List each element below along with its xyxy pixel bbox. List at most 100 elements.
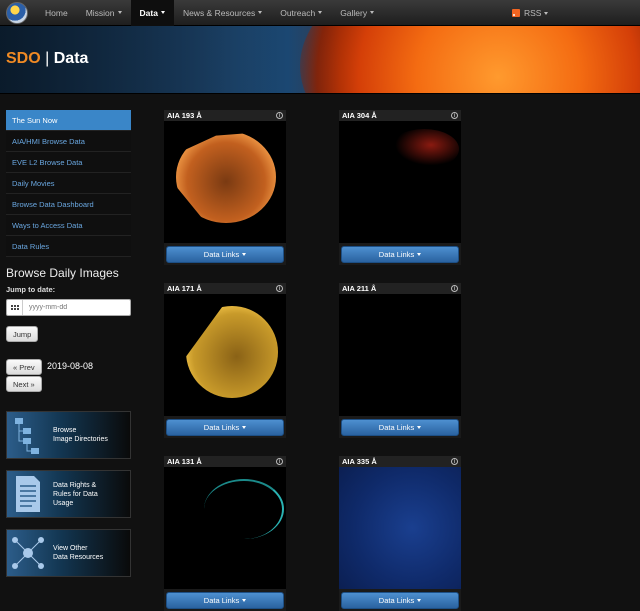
nav-home-label: Home <box>45 7 68 18</box>
nav-mission[interactable]: Mission <box>77 0 131 26</box>
nav-outreach[interactable]: Outreach <box>271 0 331 26</box>
info-icon[interactable]: i <box>451 112 458 119</box>
data-links-label: Data Links <box>203 595 240 605</box>
sidebar-item-daily-movies[interactable]: Daily Movies <box>6 173 131 194</box>
data-links-label: Data Links <box>378 422 415 432</box>
sdo-logo[interactable] <box>6 1 28 24</box>
card-line: Browse <box>53 427 77 434</box>
panel-title: AIA 193 Å <box>167 111 202 120</box>
nav-gallery-label: Gallery <box>340 7 368 18</box>
date-input[interactable] <box>23 304 123 311</box>
card-line: Data Rights & <box>53 481 97 489</box>
sun-banner-image <box>300 26 640 94</box>
aia-335-image[interactable] <box>339 467 461 589</box>
card-line: Data Resources <box>53 554 104 561</box>
info-icon[interactable]: i <box>451 285 458 292</box>
data-links-button[interactable]: Data Links <box>166 245 284 263</box>
sidebar-item-aia-hmi-browse[interactable]: AIA/HMI Browse Data <box>6 131 131 152</box>
nav-data[interactable]: Data <box>130 0 174 26</box>
nav-mission-label: Mission <box>85 7 115 18</box>
aia-171-image[interactable] <box>164 294 286 416</box>
page-banner: SDO | Data <box>0 26 640 94</box>
panel-aia-193: AIA 193 Å i Data Links <box>164 110 286 265</box>
nav-data-label: Data <box>139 7 158 18</box>
title-section: Data <box>53 50 89 67</box>
card-line: Usage <box>53 499 74 507</box>
data-links-button[interactable]: Data Links <box>341 245 459 263</box>
aia-211-image[interactable] <box>339 294 461 416</box>
chevron-down-icon <box>242 252 247 256</box>
nav-news-resources[interactable]: News & Resources <box>174 0 271 26</box>
aia-304-image[interactable] <box>339 121 461 243</box>
nav-gallery[interactable]: Gallery <box>331 0 383 26</box>
other-data-resources-link[interactable]: View Other Data Resources <box>6 529 131 577</box>
nav-outreach-label: Outreach <box>280 7 316 18</box>
sidebar-nav: The Sun Now AIA/HMI Browse Data EVE L2 B… <box>6 110 131 257</box>
chevron-down-icon <box>160 11 165 14</box>
chevron-down-icon <box>370 11 375 14</box>
chevron-down-icon <box>544 11 549 15</box>
nav-home[interactable]: Home <box>36 0 77 26</box>
network-icon <box>7 530 49 576</box>
next-button[interactable]: Next » <box>6 376 42 392</box>
panel-aia-211: AIA 211 Å i Data Links <box>339 283 461 438</box>
chevron-down-icon <box>242 598 247 602</box>
browse-image-directories-link[interactable]: Browse Image Directories <box>6 411 131 459</box>
calendar-icon[interactable] <box>7 300 23 315</box>
panel-title: AIA 335 Å <box>342 457 377 466</box>
data-rights-rules-link[interactable]: Data Rights & Rules for Data Usage <box>6 470 131 518</box>
data-links-button[interactable]: Data Links <box>341 418 459 436</box>
data-links-label: Data Links <box>378 249 415 259</box>
info-icon[interactable]: i <box>276 458 283 465</box>
panel-aia-131: AIA 131 Å i Data Links <box>164 456 286 611</box>
sidebar-item-data-rules[interactable]: Data Rules <box>6 236 131 257</box>
top-navbar: Home Mission Data News & Resources Outre… <box>0 0 640 26</box>
date-field[interactable] <box>6 299 131 316</box>
chevron-down-icon <box>417 598 422 602</box>
rss-label: RSS <box>524 8 542 18</box>
chevron-down-icon <box>417 252 422 256</box>
card-line: Image Directories <box>53 436 108 443</box>
document-icon <box>7 471 49 517</box>
title-separator: | <box>45 50 50 67</box>
rss-icon <box>512 9 520 17</box>
chevron-down-icon <box>417 425 422 429</box>
data-links-button[interactable]: Data Links <box>341 591 459 609</box>
chevron-down-icon <box>242 425 247 429</box>
panel-aia-335: AIA 335 Å i Data Links <box>339 456 461 611</box>
prev-button[interactable]: « Prev <box>6 359 42 375</box>
card-line: View Other <box>53 545 88 552</box>
jump-button[interactable]: Jump <box>6 326 39 342</box>
data-links-button[interactable]: Data Links <box>166 591 284 609</box>
chevron-down-icon <box>117 11 122 14</box>
info-icon[interactable]: i <box>276 285 283 292</box>
panel-aia-171: AIA 171 Å i Data Links <box>164 283 286 438</box>
banner-divider <box>0 93 640 94</box>
title-sdo: SDO <box>6 50 41 67</box>
folder-tree-icon <box>7 412 49 458</box>
sidebar-item-ways-to-access[interactable]: Ways to Access Data <box>6 215 131 236</box>
panel-title: AIA 171 Å <box>167 284 202 293</box>
chevron-down-icon <box>318 11 323 14</box>
rss-menu[interactable]: RSS <box>512 0 549 26</box>
sidebar-item-eve-l2-browse[interactable]: EVE L2 Browse Data <box>6 152 131 173</box>
panel-title: AIA 211 Å <box>342 284 377 293</box>
aia-131-image[interactable] <box>164 467 286 589</box>
panel-title: AIA 131 Å <box>167 457 202 466</box>
data-links-button[interactable]: Data Links <box>166 418 284 436</box>
chevron-down-icon <box>258 11 263 14</box>
sidebar-item-browse-dashboard[interactable]: Browse Data Dashboard <box>6 194 131 215</box>
data-links-label: Data Links <box>203 422 240 432</box>
info-icon[interactable]: i <box>276 112 283 119</box>
panel-aia-304: AIA 304 Å i Data Links <box>339 110 461 265</box>
current-date: 2019-08-08 <box>47 361 94 371</box>
panel-title: AIA 304 Å <box>342 111 377 120</box>
browse-daily-heading: Browse Daily Images <box>6 266 119 280</box>
card-line: Rules for Data <box>53 490 98 498</box>
page-title: SDO | Data <box>6 50 88 68</box>
sidebar-item-the-sun-now[interactable]: The Sun Now <box>6 110 131 131</box>
aia-193-image[interactable] <box>164 121 286 243</box>
jump-to-date-label: Jump to date: <box>6 285 56 294</box>
info-icon[interactable]: i <box>451 458 458 465</box>
data-links-label: Data Links <box>378 595 415 605</box>
